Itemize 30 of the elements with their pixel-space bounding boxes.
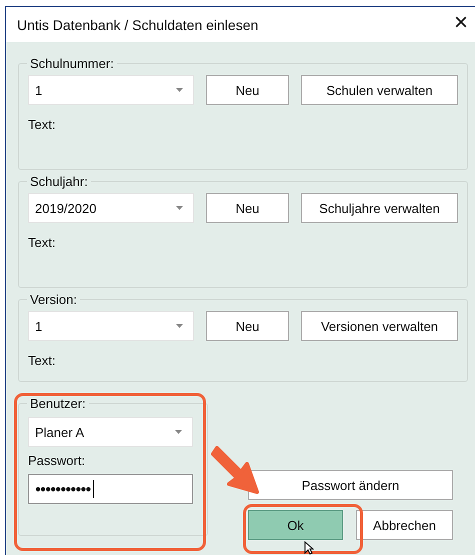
arrow-icon (211, 444, 261, 496)
dropdown-field[interactable]: 1 (28, 75, 194, 105)
cancel-button[interactable]: Abbrechen (356, 510, 453, 540)
dropdown-caret-icon (175, 430, 182, 434)
text-label: Text: (28, 353, 56, 368)
group-label: Version: (29, 292, 78, 307)
new-button[interactable]: Neu (206, 193, 289, 223)
manage-button[interactable]: Schulen verwalten (301, 75, 458, 105)
text-label: Text: (28, 117, 56, 132)
dropdown-caret-icon (176, 88, 183, 92)
manage-button[interactable]: Schuljahre verwalten (301, 193, 458, 223)
new-button[interactable]: Neu (206, 75, 289, 105)
group-label: Benutzer: (29, 396, 87, 411)
password-label: Passwort: (28, 453, 86, 468)
close-button[interactable]: × (454, 9, 468, 37)
text-label: Text: (28, 235, 56, 250)
user-dropdown[interactable]: Planer A (28, 417, 193, 447)
dropdown-caret-icon (176, 206, 183, 210)
manage-button[interactable]: Versionen verwalten (301, 311, 458, 341)
window-title: Untis Datenbank / Schuldaten einlesen (17, 16, 258, 32)
dropdown-caret-icon (176, 324, 183, 328)
dropdown-field[interactable]: 2019/2020 (28, 193, 194, 223)
new-button[interactable]: Neu (206, 311, 289, 341)
dropdown-field[interactable]: 1 (28, 311, 194, 341)
ok-button[interactable]: Ok (248, 510, 343, 540)
group-label: Schulnummer: (29, 56, 115, 71)
password-field[interactable]: ●●●●●●●●●●● (28, 474, 193, 504)
change-password-button[interactable]: Passwort ändern (248, 470, 453, 500)
mouse-pointer-icon (304, 541, 314, 555)
group-label: Schuljahr: (29, 174, 89, 189)
